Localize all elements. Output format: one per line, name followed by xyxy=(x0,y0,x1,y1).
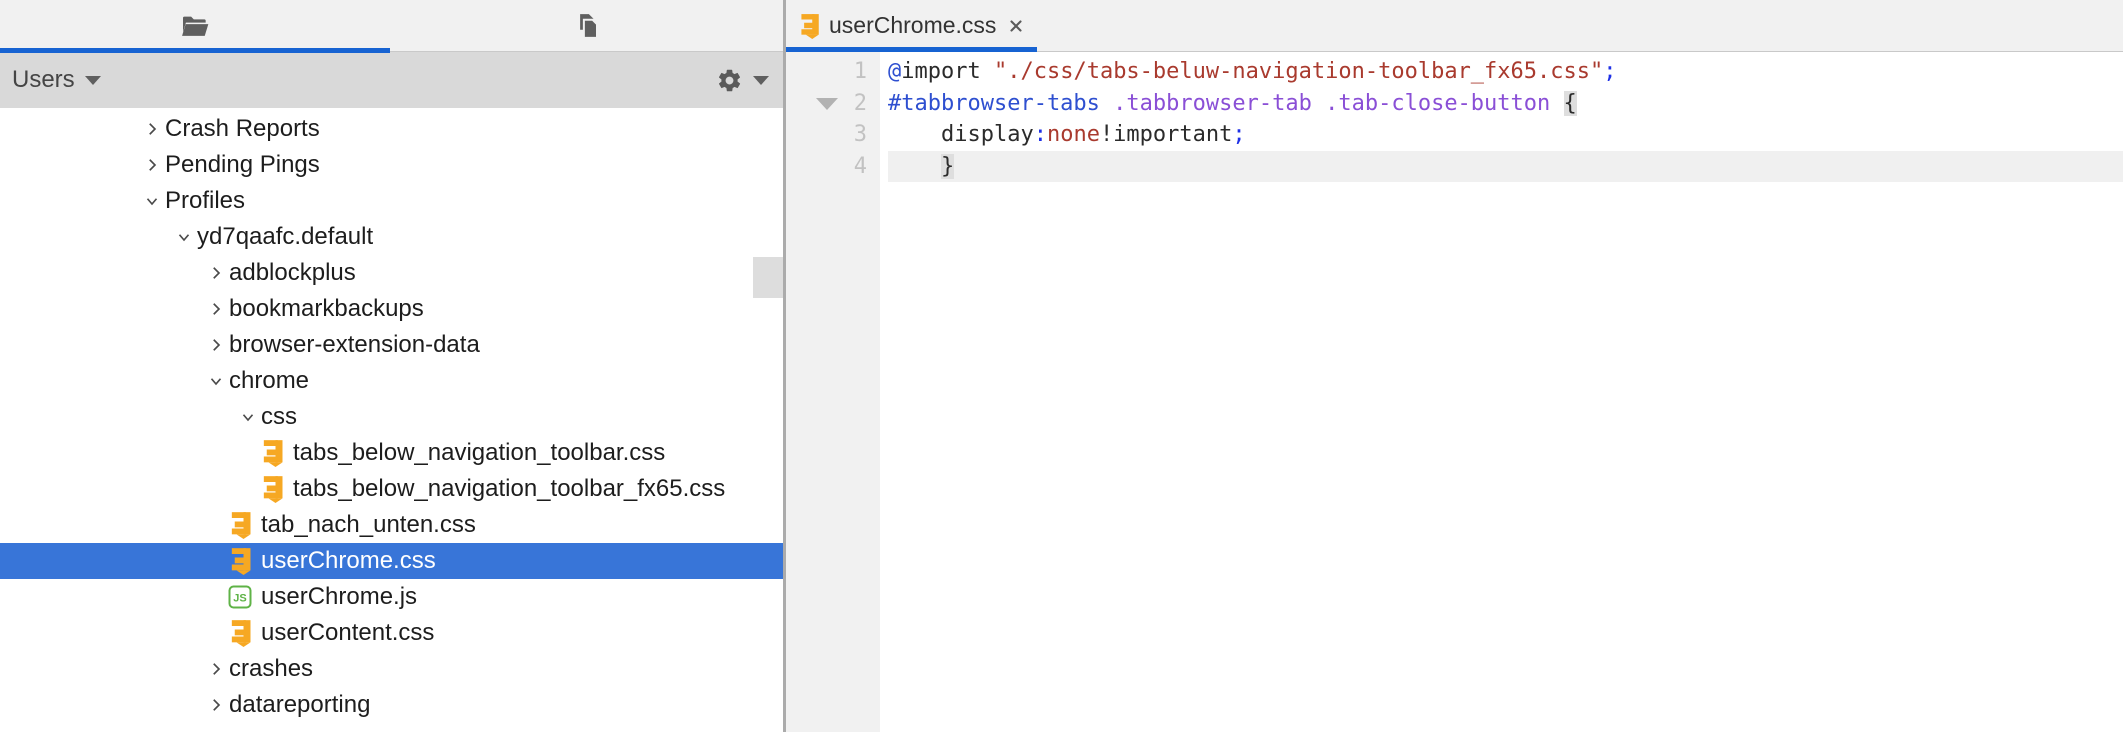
editor-pane: userChrome.css 1234 @import "./css/tabs-… xyxy=(786,0,2123,732)
tree-item[interactable]: userChrome.css xyxy=(0,543,783,579)
chevron-down-icon[interactable] xyxy=(239,408,261,426)
tree-item-label: Profiles xyxy=(165,187,246,214)
chevron-right-icon[interactable] xyxy=(143,156,165,174)
scope-label: Users xyxy=(12,66,75,93)
css-file-icon xyxy=(228,619,252,647)
line-number: 1 xyxy=(853,59,867,84)
tree-item[interactable]: Profiles xyxy=(0,183,783,219)
ide-window: Users Crash Reports Pending Pings Profiles… xyxy=(0,0,2123,732)
css-file-icon xyxy=(228,547,252,575)
css-file-icon xyxy=(228,511,252,539)
scope-selector[interactable]: Users xyxy=(12,66,101,94)
js-file-icon: JS xyxy=(228,583,252,611)
tree-item-label: userContent.css xyxy=(261,619,435,646)
open-folder-icon xyxy=(179,10,211,42)
tree-item-label: Crash Reports xyxy=(165,115,320,142)
css-file-icon xyxy=(260,475,284,503)
tree-item-label: chrome xyxy=(229,367,310,394)
tree-item[interactable]: css xyxy=(0,399,783,435)
editor-tab-userchrome-css[interactable]: userChrome.css xyxy=(786,0,1038,52)
tree-scrollbar-thumb[interactable] xyxy=(753,257,783,298)
tree-item-label: yd7qaafc.default xyxy=(197,223,374,250)
tree-item-label: Pending Pings xyxy=(165,151,320,178)
code-line: } xyxy=(888,150,2123,182)
tree-item-label: tabs_below_navigation_toolbar_fx65.css xyxy=(293,475,726,502)
code-line: @import "./css/tabs-beluw-navigation-too… xyxy=(888,59,1617,84)
tree-item[interactable]: browser-extension-data xyxy=(0,327,783,363)
tree-item[interactable]: Crash Reports xyxy=(0,111,783,147)
tab-project-view[interactable] xyxy=(0,0,390,53)
tree-item-label: userChrome.js xyxy=(261,583,418,610)
chevron-right-icon[interactable] xyxy=(207,264,229,282)
tree-item[interactable]: datareporting xyxy=(0,687,783,723)
editor-tab-label: userChrome.css xyxy=(829,12,997,38)
editor-gutter: 1234 xyxy=(786,52,880,732)
svg-text:JS: JS xyxy=(233,593,246,605)
dropdown-caret-icon xyxy=(753,75,769,85)
tree-item[interactable]: yd7qaafc.default xyxy=(0,219,783,255)
dropdown-caret-icon xyxy=(84,75,101,85)
panel-settings[interactable] xyxy=(716,67,769,94)
tab-files-view[interactable] xyxy=(390,0,783,52)
chevron-right-icon[interactable] xyxy=(207,300,229,318)
tree-item[interactable]: crashes xyxy=(0,651,783,687)
close-icon[interactable] xyxy=(1007,17,1025,35)
tree-item-label: browser-extension-data xyxy=(229,331,480,358)
tree-item-label: userChrome.css xyxy=(261,547,436,574)
editor-tab-strip: userChrome.css xyxy=(786,0,2123,52)
chevron-right-icon[interactable] xyxy=(143,120,165,138)
panel-toolbar: Users xyxy=(0,52,783,108)
line-number: 4 xyxy=(853,153,867,179)
css-file-icon xyxy=(260,439,284,467)
documents-icon xyxy=(572,10,602,42)
chevron-down-icon[interactable] xyxy=(143,192,165,210)
code-line: display:none!important; xyxy=(940,122,1246,147)
code-area[interactable]: @import "./css/tabs-beluw-navigation-too… xyxy=(880,52,2123,732)
chevron-down-icon[interactable] xyxy=(175,228,197,246)
line-number: 3 xyxy=(853,122,867,147)
css-file-icon xyxy=(798,13,820,39)
tree-item[interactable]: chrome xyxy=(0,363,783,399)
tree-item[interactable]: Pending Pings xyxy=(0,147,783,183)
tree-item[interactable]: tabs_below_navigation_toolbar_fx65.css xyxy=(0,471,783,507)
chevron-down-icon[interactable] xyxy=(207,372,229,390)
chevron-right-icon[interactable] xyxy=(207,696,229,714)
tree-item-label: tab_nach_unten.css xyxy=(261,511,476,538)
tree-item[interactable]: userContent.css xyxy=(0,615,783,651)
file-tree: Crash Reports Pending Pings Profiles yd7qaa… xyxy=(0,108,783,732)
tree-item-label: datareporting xyxy=(229,691,371,718)
tree-item-label: tabs_below_navigation_toolbar.css xyxy=(293,439,666,466)
tree-item-label: crashes xyxy=(229,655,314,682)
gear-icon xyxy=(716,67,743,94)
tree-item[interactable]: JS userChrome.js xyxy=(0,579,783,615)
fold-arrow-icon[interactable] xyxy=(816,97,838,110)
code-line: #tabbrowser-tabs .tabbrowser-tab .tab-cl… xyxy=(888,90,1577,116)
tree-item-label: css xyxy=(261,403,297,430)
chevron-right-icon[interactable] xyxy=(207,336,229,354)
tree-item[interactable]: tab_nach_unten.css xyxy=(0,507,783,543)
tree-item-label: bookmarkbackups xyxy=(229,295,424,322)
editor-body: 1234 @import "./css/tabs-beluw-navigatio… xyxy=(786,52,2123,732)
tree-item[interactable]: adblockplus xyxy=(0,255,783,291)
tree-item-label: adblockplus xyxy=(229,259,356,286)
tree-item[interactable]: tabs_below_navigation_toolbar.css xyxy=(0,435,783,471)
panel-tab-strip xyxy=(0,0,783,53)
tree-item[interactable]: bookmarkbackups xyxy=(0,291,783,327)
chevron-right-icon[interactable] xyxy=(207,660,229,678)
project-panel: Users Crash Reports Pending Pings Profiles… xyxy=(0,0,783,732)
